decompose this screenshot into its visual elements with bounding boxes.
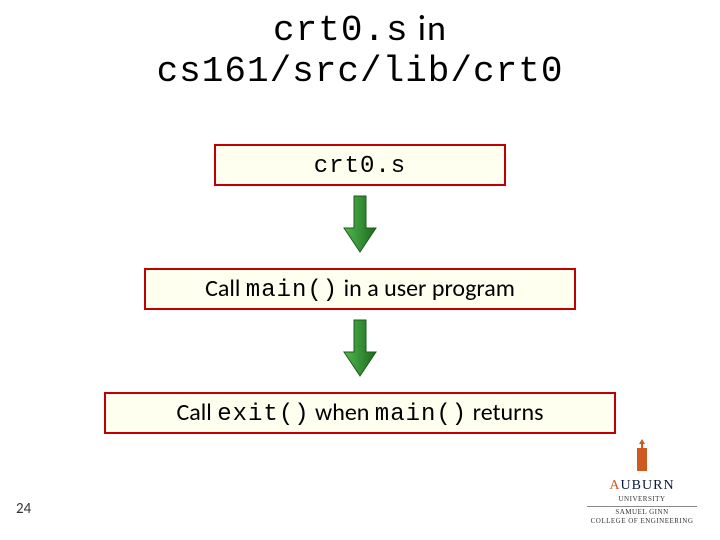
box2-code: main()	[246, 277, 338, 304]
title-line-1: crt0.s in	[0, 8, 720, 51]
logo-sub3: COLLEGE OF ENGINEERING	[582, 518, 702, 526]
arrow-down-icon	[340, 194, 380, 254]
box3-code1: exit()	[217, 401, 309, 428]
box3-pre: Call	[176, 398, 217, 427]
arrow-down-icon	[340, 318, 380, 378]
tower-icon	[582, 439, 702, 476]
title-code-1: crt0.s	[273, 10, 409, 51]
box2-pre: Call	[205, 274, 246, 303]
logo-divider	[587, 506, 697, 507]
logo-sub1: UNIVERSITY	[582, 496, 702, 504]
auburn-logo: AUBURN UNIVERSITY SAMUEL GINN COLLEGE OF…	[582, 439, 702, 526]
logo-name: AUBURN	[582, 478, 702, 494]
box3-mid: when	[310, 398, 375, 427]
box-crt0s: crt0.s	[214, 144, 506, 186]
slide-title: crt0.s in cs161/src/lib/crt0	[0, 8, 720, 93]
box3-post: returns	[467, 398, 543, 427]
slide-number: 24	[16, 500, 31, 518]
box1-code: crt0.s	[314, 153, 406, 180]
title-line-2: cs161/src/lib/crt0	[0, 51, 720, 92]
logo-name-rest: UBURN	[621, 478, 675, 493]
box-call-main: Call main() in a user program	[144, 268, 576, 310]
logo-sub2: SAMUEL GINN	[582, 509, 702, 517]
logo-name-a: A	[609, 478, 620, 493]
box3-code2: main()	[375, 401, 467, 428]
box-call-exit: Call exit() when main() returns	[104, 392, 616, 434]
slide: crt0.s in cs161/src/lib/crt0 crt0.s Call…	[0, 0, 720, 540]
box2-post: in a user program	[338, 274, 515, 303]
title-plain-1: in	[409, 6, 447, 50]
